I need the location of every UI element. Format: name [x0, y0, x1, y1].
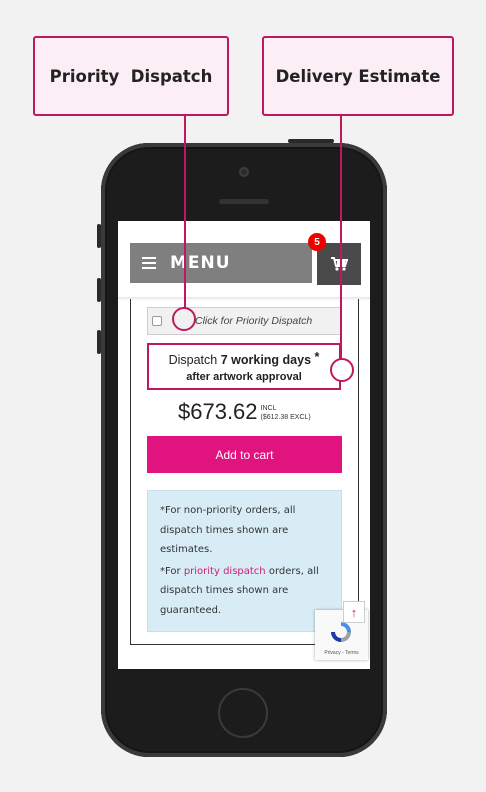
hamburger-icon	[142, 257, 156, 269]
price-row: $673.62 INCL ($612.38 EXCL)	[178, 399, 311, 425]
priority-dispatch-callout: Priority Dispatch	[33, 36, 229, 116]
delivery-estimate-highlight-ring	[330, 358, 354, 382]
phone-screen: MENU 5 Click for Priority Dispatch Dispa…	[118, 221, 370, 669]
recaptcha-icon	[331, 622, 351, 642]
priority-callout-connector	[184, 116, 186, 308]
recaptcha-terms[interactable]: Privacy - Terms	[315, 650, 368, 656]
notice-line-2-prefix: *For	[160, 565, 181, 577]
price-incl-label: INCL	[260, 405, 277, 412]
scroll-to-top-button[interactable]: ↑	[343, 601, 365, 623]
phone-camera	[239, 167, 249, 177]
add-to-cart-button[interactable]: Add to cart	[147, 436, 342, 473]
price-incl: $673.62	[178, 399, 258, 424]
price-excl: ($612.38 EXCL)	[260, 414, 311, 421]
cart-count-badge: 5	[308, 233, 326, 251]
dispatch-highlight-box	[147, 343, 341, 390]
cart-icon	[331, 257, 348, 271]
notice-line-1: *For non-priority orders, all dispatch t…	[160, 505, 296, 555]
phone-speaker	[219, 199, 269, 204]
menu-button[interactable]: MENU	[130, 243, 312, 283]
phone-home-button[interactable]	[218, 688, 268, 738]
priority-dispatch-callout-label: Priority Dispatch	[49, 66, 213, 86]
delivery-callout-connector	[340, 116, 342, 358]
priority-checkbox-highlight-ring	[172, 307, 196, 331]
priority-dispatch-checkbox[interactable]	[152, 316, 162, 326]
arrow-up-icon: ↑	[350, 604, 358, 620]
priority-dispatch-link[interactable]: priority dispatch	[184, 566, 266, 577]
menu-label: MENU	[170, 253, 231, 273]
cart-button[interactable]	[317, 243, 361, 285]
notice-line-2: *For priority dispatch orders, all dispa…	[160, 562, 329, 621]
price-meta: INCL ($612.38 EXCL)	[261, 404, 311, 422]
delivery-estimate-callout-label: Delivery Estimate	[275, 66, 441, 86]
priority-dispatch-label: Click for Priority Dispatch	[195, 315, 313, 327]
delivery-estimate-callout: Delivery Estimate	[262, 36, 454, 116]
dispatch-notice: *For non-priority orders, all dispatch t…	[147, 490, 342, 632]
